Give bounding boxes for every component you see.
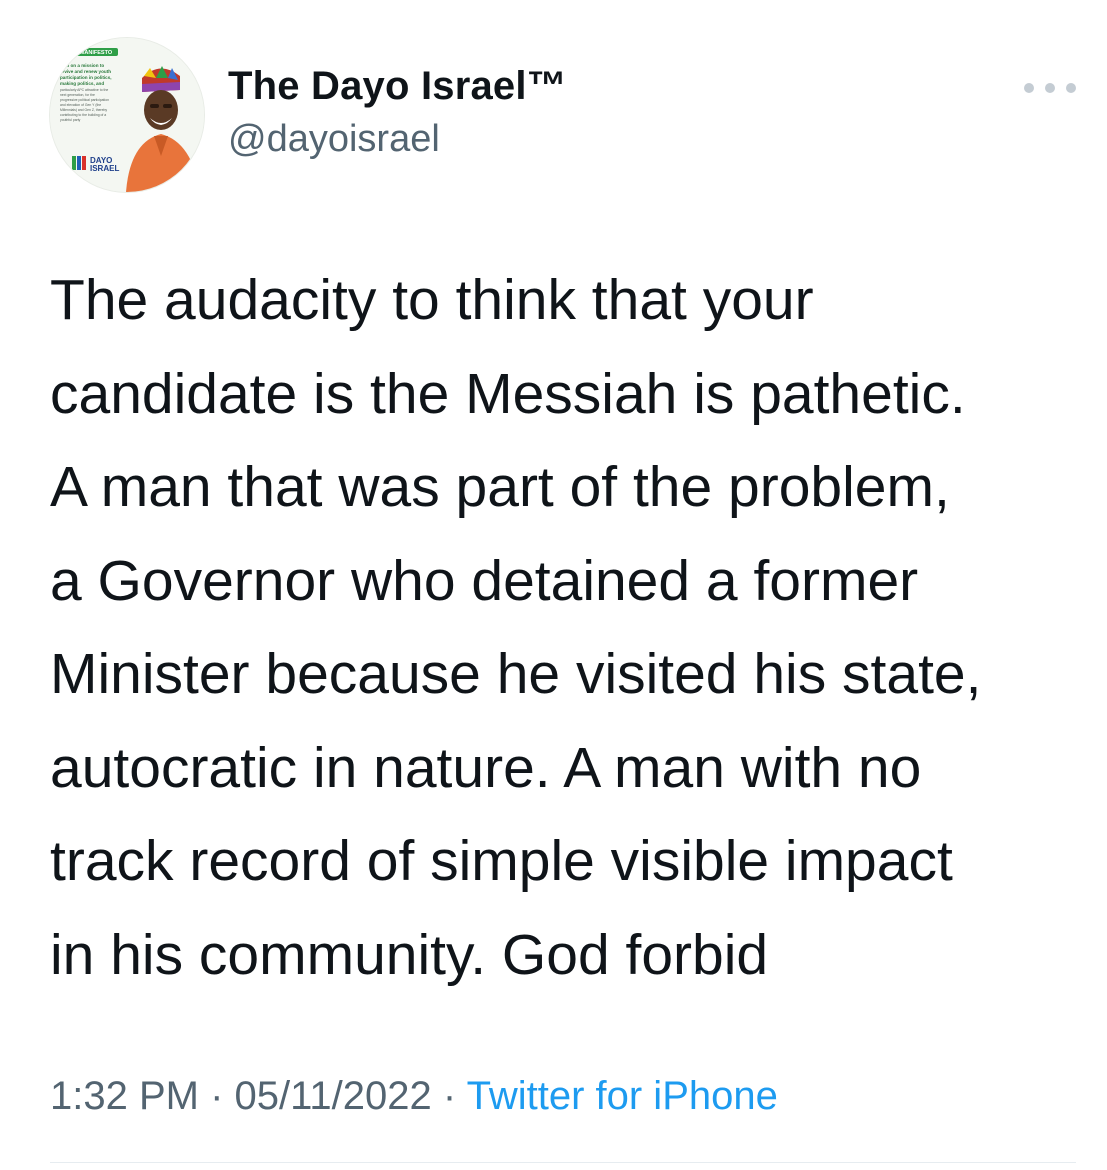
svg-text:particularly APC attractive to: particularly APC attractive to the <box>60 88 108 92</box>
svg-text:next generation, for the: next generation, for the <box>60 93 95 97</box>
svg-text:revive and renew youth: revive and renew youth <box>60 69 111 74</box>
avatar-manifesto-text: I am on a mission to revive and renew yo… <box>60 63 112 86</box>
svg-text:progressive political particip: progressive political participation <box>60 98 109 102</box>
tweet-source-link[interactable]: Twitter for iPhone <box>467 1074 778 1118</box>
svg-text:contributing to the building o: contributing to the building of a <box>60 113 106 117</box>
author-handle[interactable]: @dayoisrael <box>228 118 440 161</box>
author-avatar[interactable]: MANIFESTO I am on a mission to revive an… <box>50 38 204 192</box>
meta-separator: · <box>210 1074 235 1118</box>
svg-text:Millennials) and Gen Z, thereb: Millennials) and Gen Z, thereby <box>60 108 107 112</box>
more-horizontal-icon-dot <box>1066 83 1076 93</box>
svg-text:participation in politics,: participation in politics, <box>60 75 112 80</box>
avatar-name-line-2: ISRAEL <box>90 164 119 173</box>
tweet-date[interactable]: 05/11/2022 <box>235 1074 432 1118</box>
svg-text:I am on a mission to: I am on a mission to <box>60 63 104 68</box>
svg-text:youthful party: youthful party <box>60 118 81 122</box>
more-horizontal-icon <box>1024 83 1034 93</box>
author-display-name[interactable]: The Dayo Israel™ <box>228 64 567 109</box>
svg-text:making politics, and: making politics, and <box>60 81 104 86</box>
more-horizontal-icon-dot <box>1045 83 1055 93</box>
tweet-meta: 1:32 PM · 05/11/2022 · Twitter for iPhon… <box>50 1074 778 1119</box>
tweet-text: The audacity to think that your candidat… <box>50 268 982 987</box>
tweet: MANIFESTO I am on a mission to revive an… <box>0 0 1107 1170</box>
avatar-image: MANIFESTO I am on a mission to revive an… <box>50 38 204 192</box>
more-options-button[interactable] <box>1024 76 1076 100</box>
meta-separator: · <box>442 1074 467 1118</box>
svg-text:and elevation of Gen Y (the: and elevation of Gen Y (the <box>60 103 101 107</box>
avatar-banner-text: MANIFESTO <box>80 50 113 56</box>
tweet-time[interactable]: 1:32 PM <box>50 1074 199 1118</box>
divider <box>50 1162 1076 1163</box>
